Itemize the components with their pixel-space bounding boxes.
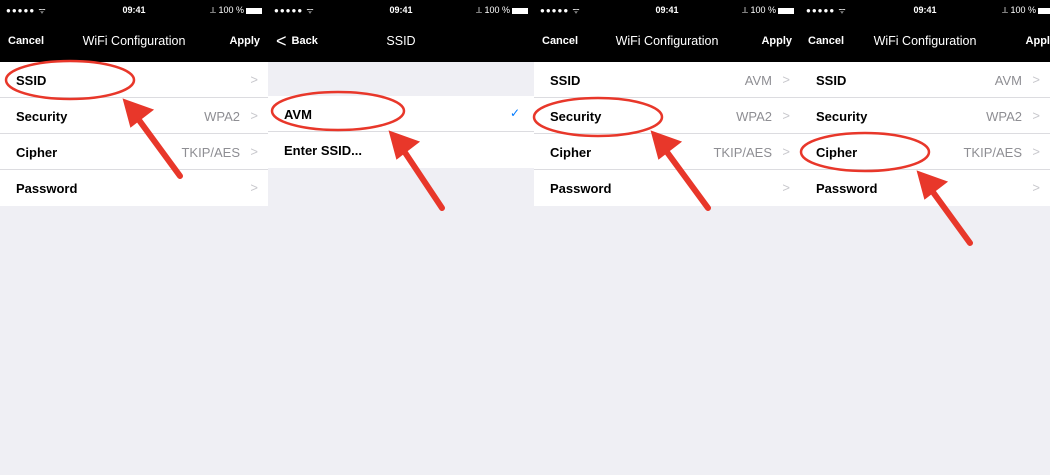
row-label: Password xyxy=(550,181,612,196)
row-cipher[interactable]: Cipher TKIP/AES > xyxy=(0,134,268,170)
settings-list: SSID > Security WPA2 > Cipher TKIP/AES >… xyxy=(0,62,268,206)
row-label: AVM xyxy=(284,107,312,122)
navigation-bar: Cancel WiFi Configuration Appl xyxy=(800,20,1050,62)
row-value: AVM xyxy=(994,73,1022,88)
screen-wifi-configuration-1: ●●●●● ᯤ 09:41 ⟂ 100 % Cancel WiFi Config… xyxy=(0,0,268,475)
row-label: SSID xyxy=(550,73,581,88)
row-ssid[interactable]: SSID > xyxy=(0,62,268,98)
row-security[interactable]: Security WPA2 > xyxy=(534,98,800,134)
row-ssid[interactable]: SSID AVM > xyxy=(534,62,800,98)
settings-list: SSID AVM > Security WPA2 > Cipher TKIP/A… xyxy=(800,62,1050,206)
row-ssid[interactable]: SSID AVM > xyxy=(800,62,1050,98)
row-security[interactable]: Security WPA2 > xyxy=(800,98,1050,134)
screen-ssid: ●●●●● ᯤ 09:41 ⟂ 100 % < Back SSID AVM ✓ E… xyxy=(268,0,534,475)
apply-button[interactable]: Apply xyxy=(761,35,792,47)
nav-title: WiFi Configuration xyxy=(82,34,186,48)
battery-icon xyxy=(512,7,528,14)
battery-indicator: ⟂ 100 % xyxy=(210,5,262,16)
apply-button[interactable]: Apply xyxy=(229,35,260,47)
battery-icon xyxy=(246,7,262,14)
row-value: TKIP/AES xyxy=(963,145,1022,160)
chevron-right-icon: > xyxy=(250,180,258,195)
row-label: Enter SSID... xyxy=(284,143,363,158)
row-label: Cipher xyxy=(550,145,592,160)
row-label: SSID xyxy=(16,73,47,88)
battery-percent: ⟂ 100 % xyxy=(741,5,776,15)
chevron-right-icon: > xyxy=(782,180,790,195)
row-password[interactable]: Password > xyxy=(800,170,1050,206)
row-security[interactable]: Security WPA2 > xyxy=(0,98,268,134)
battery-percent: ⟂ 100 % xyxy=(475,5,510,15)
chevron-right-icon: > xyxy=(250,72,258,87)
chevron-right-icon: > xyxy=(1032,180,1040,195)
chevron-right-icon: > xyxy=(1032,72,1040,87)
screen-wifi-configuration-2: ●●●●● ᯤ 09:41 ⟂ 100 % Cancel WiFi Config… xyxy=(534,0,800,475)
screen-wifi-configuration-3: ●●●●● ᯤ 09:41 ⟂ 100 % Cancel WiFi Config… xyxy=(800,0,1050,475)
row-label: Security xyxy=(550,109,602,124)
row-value: TKIP/AES xyxy=(181,145,240,160)
chevron-right-icon: > xyxy=(250,144,258,159)
battery-percent: ⟂ 100 % xyxy=(209,5,244,15)
status-bar: ●●●●● ᯤ 09:41 ⟂ 100 % xyxy=(800,0,1050,20)
status-bar: ●●●●● ᯤ 09:41 ⟂ 100 % xyxy=(0,0,268,20)
ssid-list: AVM ✓ Enter SSID... xyxy=(268,96,534,168)
battery-indicator: ⟂ 100 % xyxy=(742,5,794,16)
battery-percent: ⟂ 100 % xyxy=(1001,5,1036,15)
nav-title: WiFi Configuration xyxy=(873,34,977,48)
row-label: Security xyxy=(816,109,868,124)
row-password[interactable]: Password > xyxy=(534,170,800,206)
row-value: TKIP/AES xyxy=(713,145,772,160)
chevron-right-icon: > xyxy=(250,108,258,123)
battery-indicator: ⟂ 100 % xyxy=(476,5,528,16)
row-value: WPA2 xyxy=(736,109,772,124)
chevron-right-icon: > xyxy=(782,108,790,123)
status-bar: ●●●●● ᯤ 09:41 ⟂ 100 % xyxy=(534,0,800,20)
chevron-right-icon: > xyxy=(1032,144,1040,159)
settings-list: SSID AVM > Security WPA2 > Cipher TKIP/A… xyxy=(534,62,800,206)
row-value: AVM xyxy=(744,73,772,88)
checkmark-icon: ✓ xyxy=(509,106,520,120)
row-label: Cipher xyxy=(16,145,58,160)
row-label: Security xyxy=(16,109,68,124)
row-enter-ssid[interactable]: Enter SSID... xyxy=(268,132,534,168)
row-value: WPA2 xyxy=(204,109,240,124)
battery-icon xyxy=(778,7,794,14)
row-value: WPA2 xyxy=(986,109,1022,124)
battery-icon xyxy=(1038,7,1050,14)
chevron-right-icon: > xyxy=(782,72,790,87)
row-label: Password xyxy=(16,181,78,196)
stage: ●●●●● ᯤ 09:41 ⟂ 100 % Cancel WiFi Config… xyxy=(0,0,1050,475)
nav-title: SSID xyxy=(386,34,416,48)
navigation-bar: Cancel WiFi Configuration Apply xyxy=(0,20,268,62)
status-bar: ●●●●● ᯤ 09:41 ⟂ 100 % xyxy=(268,0,534,20)
navigation-bar: Cancel WiFi Configuration Apply xyxy=(534,20,800,62)
row-cipher[interactable]: Cipher TKIP/AES > xyxy=(534,134,800,170)
navigation-bar: < Back SSID xyxy=(268,20,534,62)
row-password[interactable]: Password > xyxy=(0,170,268,206)
row-label: Cipher xyxy=(816,145,858,160)
apply-button[interactable]: Appl xyxy=(1026,35,1050,47)
row-label: Password xyxy=(816,181,878,196)
row-network-avm[interactable]: AVM ✓ xyxy=(268,96,534,132)
row-cipher[interactable]: Cipher TKIP/AES > xyxy=(800,134,1050,170)
battery-indicator: ⟂ 100 % xyxy=(1002,5,1050,16)
chevron-right-icon: > xyxy=(782,144,790,159)
nav-title: WiFi Configuration xyxy=(615,34,719,48)
row-label: SSID xyxy=(816,73,847,88)
chevron-right-icon: > xyxy=(1032,108,1040,123)
